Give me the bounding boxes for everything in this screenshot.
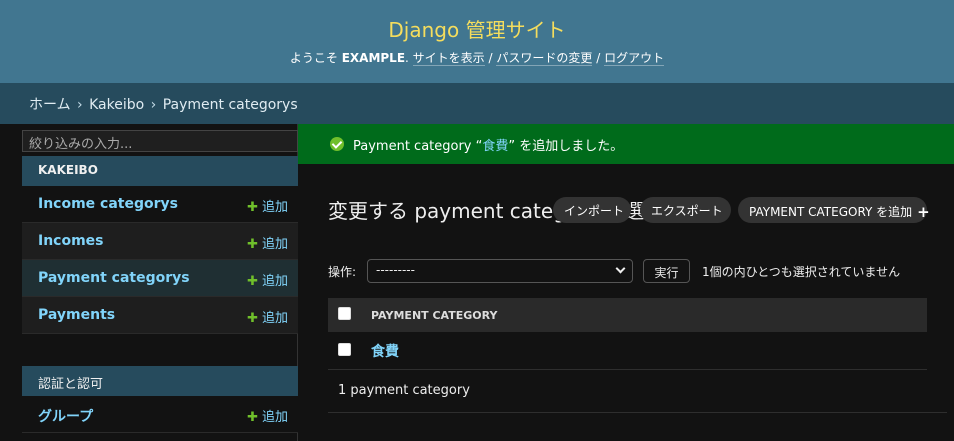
plus-icon: ✚ [247,274,258,289]
sidebar-item-incomes: Incomes ✚ 追加 [22,223,298,260]
site-header: Django 管理サイト ようこそ EXAMPLE. サイトを表示 / パスワー… [0,0,954,83]
sidebar-add-link[interactable]: ✚ 追加 [247,196,288,215]
sidebar-add-link[interactable]: ✚ 追加 [247,307,288,326]
sidebar-item-payment-categorys: Payment categorys ✚ 追加 [22,260,298,297]
sidebar-add-link[interactable]: ✚ 追加 [247,270,288,289]
success-check-icon [330,137,344,151]
actions-label: 操作: [328,265,357,279]
success-message: Payment category “食費” を追加しました。 [298,124,954,164]
message-prefix: Payment category “ [353,139,483,154]
plus-icon: + [917,203,930,221]
add-button-label: PAYMENT CATEGORY を追加 [749,205,913,219]
select-all-checkbox[interactable] [338,307,351,320]
sidebar-item-label[interactable]: Payment categorys [38,270,190,286]
separator: / [596,51,601,65]
action-counter: 1個の内ひとつも選択されていません [702,265,901,279]
app-caption-kakeibo[interactable]: KAKEIBO [22,156,298,186]
sidebar-add-link[interactable]: ✚ 追加 [247,406,288,425]
separator: / [488,51,493,65]
plus-icon: ✚ [247,200,258,215]
breadcrumb: ホーム › Kakeibo › Payment categorys [0,83,954,124]
table-header: PAYMENT CATEGORY [328,298,927,332]
go-button[interactable]: 実行 [643,259,690,283]
view-site-link[interactable]: サイトを表示 [412,51,485,66]
action-select-value: --------- [376,263,415,277]
sidebar-add-label[interactable]: 追加 [262,311,288,326]
sidebar-add-label[interactable]: 追加 [262,237,288,252]
breadcrumb-current: Payment categorys [162,97,298,113]
row-link[interactable]: 食費 [371,341,399,361]
site-name[interactable]: Django 管理サイト [0,14,954,43]
sidebar-item-label[interactable]: Payments [38,307,115,323]
paginator: 1 payment category [328,370,947,413]
message-suffix: ” を追加しました。 [508,139,624,154]
sidebar-item-payments: Payments ✚ 追加 [22,297,298,334]
plus-icon: ✚ [247,311,258,326]
message-object-link[interactable]: 食費 [482,139,508,154]
change-password-link[interactable]: パスワードの変更 [496,51,593,66]
breadcrumb-app[interactable]: Kakeibo [89,97,144,113]
user-tools: ようこそ EXAMPLE. サイトを表示 / パスワードの変更 / ログアウト [289,51,665,66]
action-select[interactable]: --------- [367,259,633,283]
row-checkbox[interactable] [338,343,351,356]
app-caption-auth[interactable]: 認証と認可 [22,366,298,396]
sidebar-item-groups: グループ ✚ 追加 [22,396,298,433]
column-header-payment-category[interactable]: PAYMENT CATEGORY [371,309,497,322]
sidebar-toggle-strip[interactable] [0,124,22,441]
import-button[interactable]: インポート [553,197,631,223]
breadcrumb-separator: › [150,97,157,113]
sidebar-item-income-categorys: Income categorys ✚ 追加 [22,186,298,223]
breadcrumb-separator: › [77,97,83,113]
welcome-text: ようこそ [289,51,338,65]
nav-sidebar: 絞り込みの入力... KAKEIBO Income categorys ✚ 追加 … [0,124,298,441]
chevron-down-icon [615,263,626,274]
export-button[interactable]: エクスポート [640,197,731,223]
username: EXAMPLE [341,51,406,65]
sidebar-item-label[interactable]: グループ [38,406,93,426]
sidebar-add-label[interactable]: 追加 [262,200,288,215]
breadcrumb-home[interactable]: ホーム [29,97,71,113]
sidebar-add-label[interactable]: 追加 [262,274,288,289]
sidebar-add-label[interactable]: 追加 [262,410,288,425]
sidebar-item-label[interactable]: Incomes [38,233,104,249]
sidebar-add-link[interactable]: ✚ 追加 [247,233,288,252]
add-payment-category-button[interactable]: PAYMENT CATEGORY を追加 + [738,197,930,223]
logout-link[interactable]: ログアウト [604,51,665,66]
plus-icon: ✚ [247,237,258,252]
plus-icon: ✚ [247,410,258,425]
table-row: 食費 [328,332,927,370]
sidebar-item-label[interactable]: Income categorys [38,196,178,212]
nav-filter-input[interactable]: 絞り込みの入力... [22,130,298,152]
